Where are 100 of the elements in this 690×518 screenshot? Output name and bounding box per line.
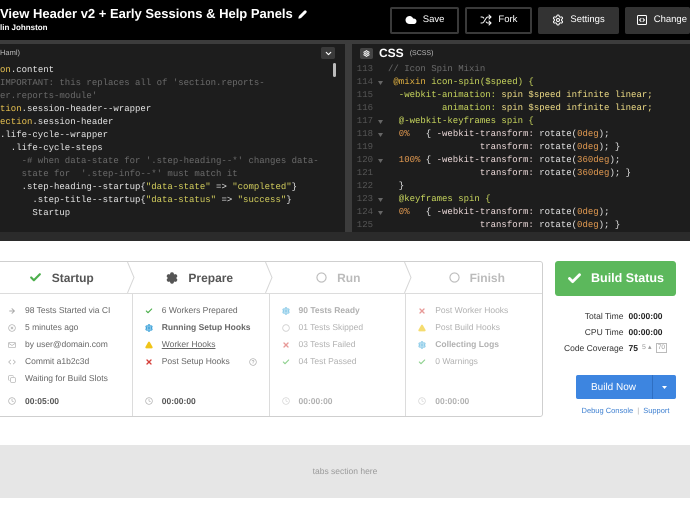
editor-settings-button[interactable] (360, 48, 373, 58)
step-header[interactable]: Prepare (134, 262, 265, 293)
circle-x-icon (8, 324, 16, 332)
status-text: Post Worker Hooks (435, 304, 508, 317)
fork-icon (480, 14, 492, 26)
fold-arrow-icon[interactable] (378, 158, 383, 162)
fold-arrow-icon[interactable] (378, 80, 383, 84)
step-title: Prepare (188, 270, 234, 286)
window-title: View Header v2 + Early Sessions & Help Panels (0, 6, 293, 22)
code-line: Startup (31, 207, 72, 220)
step-title: Startup (52, 270, 94, 286)
code-icon (8, 358, 16, 366)
cross-icon (418, 306, 426, 314)
step-time: 00:05:00 (25, 394, 60, 408)
code-window-icon (636, 14, 648, 26)
fold-arrow-icon[interactable] (378, 120, 383, 124)
step-time: 00:00:00 (162, 394, 196, 408)
code-line: @keyframes spin { (398, 193, 491, 206)
code-line: 0% { -webkit-transform: rotate(0deg); (398, 128, 610, 141)
status-text: 5 minutes ago (25, 321, 78, 334)
step-time: 00:00:00 (435, 394, 470, 408)
line-number: 121 (356, 167, 373, 180)
status-text: Collecting Logs (435, 338, 499, 351)
status-text: Post Build Hooks (435, 321, 500, 334)
code-line: 100% { -webkit-transform: rotate(360deg); (398, 154, 620, 167)
line-number: 116 (356, 102, 373, 115)
toolbar-button[interactable]: Fork (465, 6, 532, 34)
status-text: Post Setup Hooks (162, 355, 230, 368)
code-line: @-webkit-keyframes spin { (398, 115, 534, 128)
placeholder-text: tabs section here (312, 465, 378, 478)
code-line: IMPORTANT: this replaces all of 'section.reports- (0, 77, 266, 90)
line-number: 118 (356, 128, 373, 141)
line-number: 117 (356, 115, 373, 128)
status-text: 01 Tests Skipped (298, 321, 364, 334)
status-text: 04 Test Passed (298, 355, 356, 368)
code-line: 0% { -webkit-transform: rotate(0deg); (398, 206, 610, 219)
stat-label: Total Time (584, 310, 624, 323)
code-line: transform: rotate(360deg); } (478, 167, 632, 180)
mail-icon (8, 340, 16, 348)
caret-icon (662, 386, 666, 388)
clock-icon (144, 397, 153, 405)
stat-value: 75 (628, 342, 638, 355)
line-number: 125 (356, 219, 373, 232)
step-time: 00:00:00 (298, 394, 333, 408)
stat-value: 00:00:00 (628, 326, 663, 339)
arrow-icon (8, 306, 16, 314)
stat-label: Code Coverage (564, 342, 624, 355)
check-icon (282, 358, 290, 366)
scrollbar[interactable] (333, 63, 336, 77)
editor-menu-button[interactable] (321, 47, 335, 59)
stat-label: CPU Time (584, 326, 624, 339)
toolbar-button[interactable]: Change (624, 6, 690, 34)
line-number: 115 (356, 89, 373, 102)
line-number: 119 (356, 141, 373, 154)
cross-icon (144, 358, 153, 366)
pencil-icon[interactable] (298, 10, 307, 18)
code-line: // Icon Spin Mixin (388, 63, 486, 76)
clock-icon (418, 397, 426, 405)
item-link[interactable]: Worker Hooks (162, 338, 216, 351)
status-text: by user@domain.com (25, 338, 108, 351)
code-line: animation: spin $speed infinite linear; (441, 102, 653, 115)
check-icon (28, 271, 42, 284)
code-line: @mixin icon-spin($speed) { (392, 76, 534, 89)
step-title: Run (337, 270, 360, 286)
build-now-button[interactable]: Build Now (576, 375, 652, 399)
code-line: transform: rotate(0deg); } (478, 141, 620, 154)
line-number: 123 (356, 193, 373, 206)
line-number: 124 (356, 206, 373, 219)
code-line: er.reports-module' (0, 90, 98, 103)
warning-icon (418, 324, 426, 332)
toolbar-button[interactable]: Save (390, 6, 460, 34)
code-line: .life-cycle-steps (10, 142, 104, 155)
status-text: 0 Warnings (435, 355, 478, 368)
gear-icon (282, 306, 290, 314)
step-title: Finish (470, 270, 505, 286)
status-text: 6 Workers Prepared (162, 304, 238, 317)
step-header[interactable]: Startup (0, 262, 126, 293)
settings-icon (363, 50, 370, 56)
fold-arrow-icon[interactable] (378, 210, 383, 214)
code-line: } (398, 180, 404, 193)
check-icon (567, 271, 582, 286)
status-text: 90 Tests Ready (298, 304, 360, 317)
code-line: .step-title--startup{"data-status" => "success"} (31, 194, 293, 207)
fold-arrow-icon[interactable] (378, 132, 383, 136)
help-icon[interactable] (248, 358, 256, 366)
clock-icon (8, 397, 16, 405)
cloud-icon (404, 14, 417, 26)
toolbar-button[interactable]: Settings (538, 6, 619, 34)
code-line: ection.session-header (0, 116, 114, 129)
circle-icon (282, 324, 290, 332)
line-number: 122 (356, 180, 373, 193)
line-number: 114 (356, 76, 373, 89)
circle-icon (316, 272, 328, 283)
code-line: tion.session-header--wrapper (0, 103, 152, 116)
status-text: Running Setup Hooks (162, 321, 251, 334)
warning-icon (144, 340, 153, 348)
code-line: on.content (0, 64, 56, 77)
fold-arrow-icon[interactable] (378, 198, 383, 202)
clock-icon (282, 397, 290, 405)
line-number: 113 (356, 63, 373, 76)
